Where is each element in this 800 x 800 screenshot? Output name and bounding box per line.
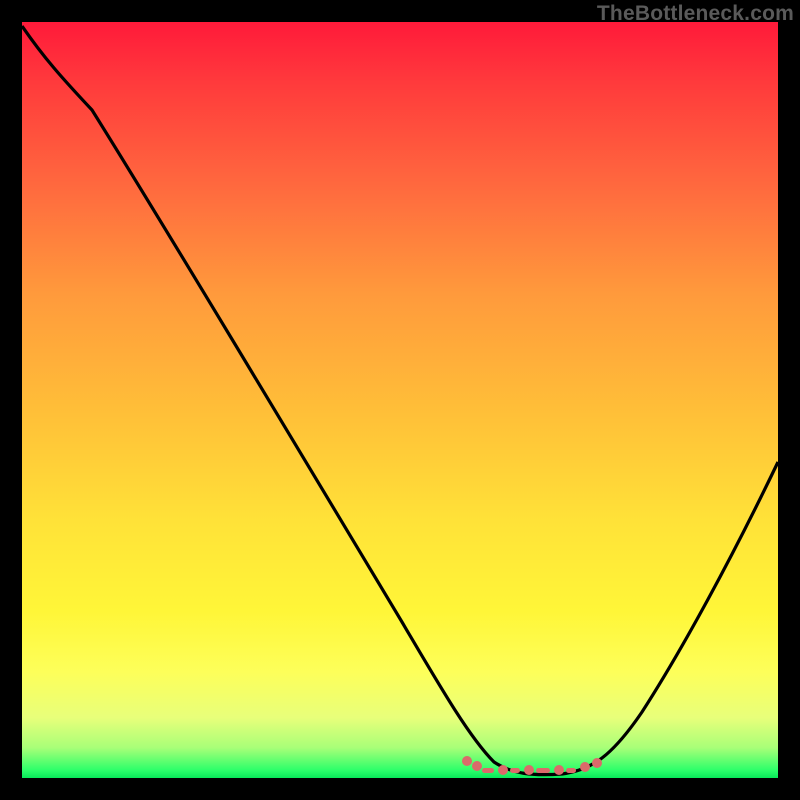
chart-plot-area [22, 22, 778, 778]
watermark-text: TheBottleneck.com [597, 2, 794, 26]
bottleneck-curve [22, 26, 778, 775]
chart-curve-layer [22, 22, 778, 778]
